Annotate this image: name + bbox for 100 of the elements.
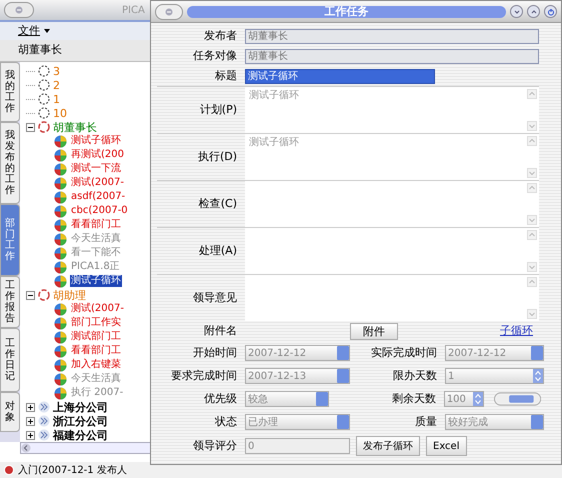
tree-item[interactable]: 看看部门工 [70,219,122,231]
chevron-down-icon [512,8,520,16]
field-label: 任务对像 [192,48,238,64]
side-tab[interactable]: 对象 [0,392,20,432]
spinner-icon [533,369,543,383]
side-tab[interactable]: 工作报告 [0,276,20,328]
dropdown-field[interactable]: 较急 [245,391,329,407]
scroll-down-icon [527,168,537,178]
chevron-icon [38,429,50,441]
tree-item[interactable]: 上海分公司 [53,402,108,412]
window-menu-button[interactable] [155,4,183,20]
window-title: PICA [122,4,145,18]
chevron-up-icon [530,8,538,16]
field-label: 执行(D) [196,148,238,165]
tree-item[interactable]: 测试子循环 [70,275,122,287]
field-label: 检查(C) [198,196,238,212]
ball-icon [54,316,67,330]
tree-item[interactable]: 今天生活真 [70,233,122,245]
input-field[interactable]: 0 [245,438,350,454]
tree-item[interactable]: 测试(2007- [70,303,125,315]
field-label: 质量 [414,414,438,430]
ball-icon [54,134,67,148]
tree-item[interactable]: 福建分公司 [53,430,108,440]
tree-item[interactable]: 测试(2007- [70,177,125,189]
side-tab[interactable]: 我发布的工作 [0,122,20,204]
tree-item[interactable]: 浙江分公司 [53,416,108,426]
publish-button[interactable]: 发布子循环 [356,436,420,456]
ball-icon [54,386,67,400]
tree-item[interactable]: 10 [53,108,67,118]
spinner-icon [472,392,483,406]
field-label: 优先级 [203,390,238,407]
field-label: 状态 [214,414,238,430]
dropdown-button-icon [337,346,349,360]
ball-icon [54,274,67,288]
chevron-icon [38,415,50,427]
tree-item[interactable]: 胡助理 [53,290,86,300]
window-menu-button[interactable] [4,2,34,18]
power-icon [546,8,554,16]
dropdown-button-icon [337,369,349,383]
tree-item[interactable]: 测试一下流 [70,163,122,175]
dropdown-field[interactable]: 1 [445,368,544,384]
side-tab[interactable]: 部门工作 [0,204,20,276]
scrollbar[interactable] [20,442,151,454]
tree-item[interactable]: 看看部门工 [70,345,122,357]
excel-button[interactable]: Excel [426,436,466,456]
ball-icon [54,204,67,218]
minimize-button[interactable] [510,5,523,18]
tree-item[interactable]: 2 [53,80,60,90]
ring-icon [38,107,50,119]
scroll-up-icon [527,89,537,99]
tree-item[interactable]: 执行 2007- [70,387,124,399]
ball-icon [54,218,67,232]
dropdown-button-icon [531,415,543,429]
ball-icon [54,176,67,190]
tree-item[interactable]: asdf(2007- [70,191,126,203]
dropdown-field[interactable]: 100 [444,391,484,407]
tree-item[interactable]: 看一下能不 [70,247,122,259]
attachment-button[interactable]: 附件 [350,322,398,340]
tree-item[interactable]: 胡董事长 [53,122,97,132]
side-tab[interactable]: 我的工作 [0,62,20,122]
field-label: 开始时间 [192,344,238,361]
text-area[interactable]: 测试子循环 [245,134,539,180]
input-field[interactable]: 胡董事长 [245,48,539,64]
tree-item[interactable]: 测试部门工 [70,331,122,343]
tree-item[interactable]: 1 [53,94,60,104]
tree-item[interactable]: cbc(2007-0 [70,205,129,217]
dropdown-button-icon [316,392,328,406]
ball-icon [54,302,67,316]
tree-item[interactable]: 再测试(200 [70,149,125,161]
field-label: 处理(A) [198,242,238,259]
field-label: 剩余天数 [390,390,437,407]
sub-loop-link[interactable]: 子循环 [500,322,533,340]
field-label: 限办天数 [392,368,438,384]
text-area[interactable]: 测试子循环 [245,87,539,133]
ring-icon [38,93,50,105]
tree-item[interactable]: 测试子循环 [70,135,122,147]
ball-icon [54,358,67,372]
dropdown-field[interactable]: 2007-12-12 [245,345,350,361]
side-tab[interactable]: 工作日记 [0,328,20,392]
file-menu[interactable]: 文件 [18,22,50,40]
field-label: 附件名 [203,322,238,339]
tree-item[interactable]: PICA1.8正 [70,261,121,273]
dropdown-field[interactable]: 较好完成 [445,414,544,430]
ball-icon [54,330,67,344]
input-field[interactable]: 胡董事长 [245,28,539,44]
ring-icon [38,121,50,133]
tree-item[interactable]: 部门工作实 [70,317,122,329]
field-label: 领导评分 [192,438,238,454]
dropdown-field[interactable]: 已办理 [245,414,350,430]
ring-icon [38,289,50,301]
dropdown-field[interactable]: 2007-12-13 [245,368,350,384]
maximize-button[interactable] [527,5,540,18]
window-title: 工作任务 [187,6,506,18]
tree-item[interactable]: 3 [53,66,60,76]
dropdown-field[interactable]: 2007-12-12 [445,345,544,361]
close-button[interactable] [544,5,557,18]
input-field[interactable]: 测试子循环 [245,68,435,84]
tree-item[interactable]: 加入右键菜 [70,359,122,371]
scroll-up-icon [527,277,537,287]
tree-item[interactable]: 今天生活真 [70,373,122,385]
